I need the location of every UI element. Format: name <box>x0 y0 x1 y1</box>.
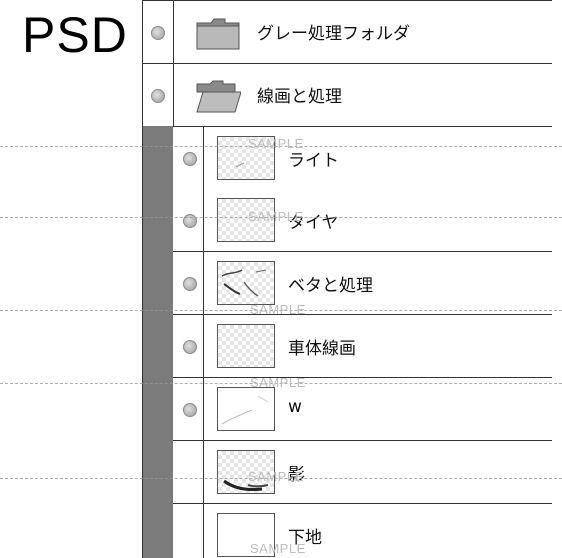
eye-icon[interactable] <box>183 277 197 291</box>
watermark-text: SAMPLE <box>248 136 304 151</box>
watermark-text: SAMPLE <box>250 302 306 317</box>
eye-icon[interactable] <box>183 403 197 417</box>
layer-row[interactable]: 下地 <box>173 504 553 558</box>
layer-row[interactable]: 車体線画 <box>173 315 553 378</box>
visibility-toggle[interactable] <box>173 504 204 558</box>
layer-label: w <box>288 397 302 417</box>
visibility-toggle[interactable] <box>143 64 174 126</box>
eye-icon[interactable] <box>183 340 197 354</box>
layers-panel: グレー処理フォルダ 線画と処理 ライト タイヤ ベタと処理 車体線画 w 影 下… <box>142 0 554 558</box>
layer-row[interactable]: ベタと処理 <box>173 252 553 315</box>
layer-label: ベタと処理 <box>288 276 373 296</box>
visibility-toggle[interactable] <box>173 378 204 440</box>
layer-thumbnail <box>217 387 275 431</box>
watermark-text: SAMPLE <box>248 469 304 484</box>
watermark-text: SAMPLE <box>250 375 306 390</box>
watermark-text: SAMPLE <box>248 209 304 224</box>
eye-icon[interactable] <box>151 26 165 40</box>
layer-group-gray-processing[interactable]: グレー処理フォルダ <box>143 0 553 64</box>
group-label: グレー処理フォルダ <box>257 24 410 44</box>
eye-icon[interactable] <box>151 89 165 103</box>
eye-icon[interactable] <box>183 152 197 166</box>
visibility-toggle[interactable] <box>173 441 204 503</box>
layer-group-lineart[interactable]: 線画と処理 <box>143 63 553 127</box>
visibility-toggle[interactable] <box>143 1 174 63</box>
visibility-toggle[interactable] <box>173 127 204 189</box>
visibility-toggle[interactable] <box>173 252 204 314</box>
group-indent-gutter <box>143 126 173 558</box>
layer-row[interactable]: 影 <box>173 441 553 504</box>
visibility-toggle[interactable] <box>173 315 204 377</box>
watermark-text: SAMPLE <box>250 541 306 556</box>
folder-open-icon <box>196 80 241 113</box>
layer-row[interactable]: タイヤ <box>173 189 553 252</box>
layer-thumbnail <box>217 324 275 368</box>
page-title: PSD <box>22 7 128 63</box>
group-label: 線画と処理 <box>257 87 342 107</box>
layer-row[interactable]: ライト <box>173 126 553 190</box>
panel-edge <box>552 0 562 558</box>
layer-row[interactable]: w <box>173 378 553 441</box>
folder-closed-icon <box>196 18 240 50</box>
visibility-toggle[interactable] <box>173 189 204 251</box>
layer-label: 車体線画 <box>288 339 356 359</box>
layer-thumbnail <box>217 261 275 305</box>
